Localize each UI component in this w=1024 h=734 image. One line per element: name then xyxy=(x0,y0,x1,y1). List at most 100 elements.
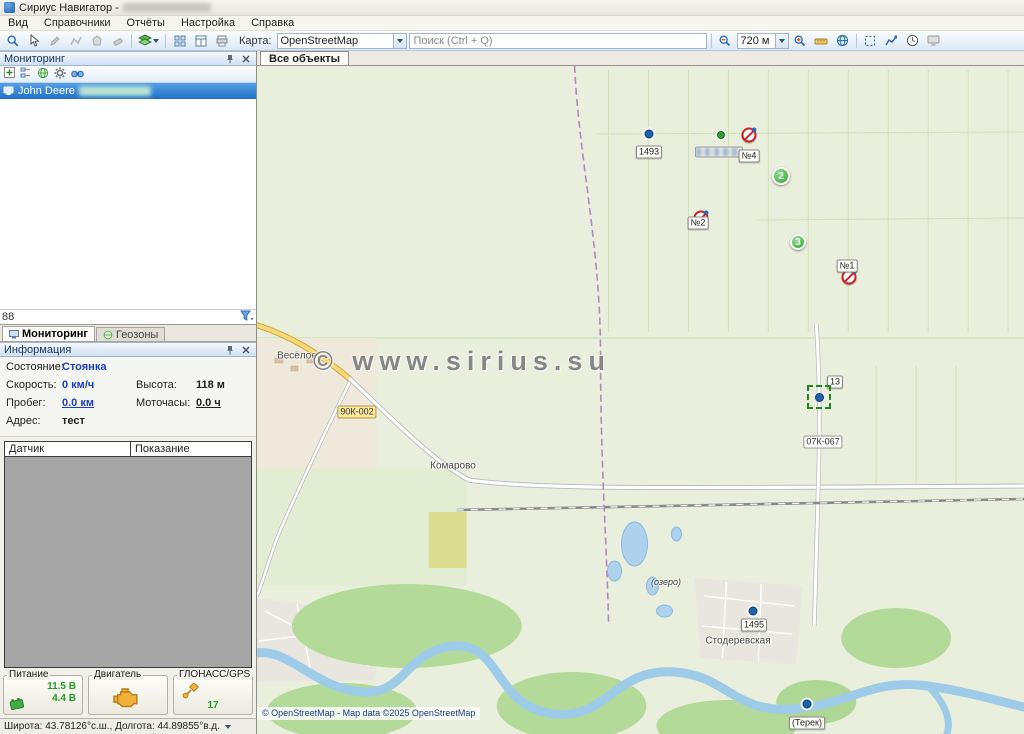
menu-spravochniki[interactable]: Справочники xyxy=(36,16,119,30)
green-dot-marker[interactable] xyxy=(717,131,725,139)
unit-row-john-deere[interactable]: John Deere xyxy=(0,83,256,99)
left-tabs: Мониторинг Геозоны xyxy=(0,325,256,342)
close-icon[interactable] xyxy=(239,344,252,356)
unit-dot-marker[interactable] xyxy=(645,130,654,139)
geozone-marker-4[interactable] xyxy=(742,128,757,143)
layers-button[interactable] xyxy=(136,32,161,49)
expand-all-icon[interactable] xyxy=(4,67,15,81)
menu-otchety[interactable]: Отчёты xyxy=(119,16,173,30)
map-label-n4: №4 xyxy=(739,150,760,163)
find-binoculars-icon[interactable] xyxy=(71,67,84,81)
zoom-level-value: 720 м xyxy=(738,35,775,47)
speed-label: Скорость: xyxy=(6,379,62,391)
toolbar-separator xyxy=(856,34,857,48)
monitor-icon[interactable] xyxy=(924,32,943,49)
map-label-n2: №2 xyxy=(688,217,709,230)
sensor-table: Датчик Показание xyxy=(4,441,252,668)
combo-arrow[interactable] xyxy=(393,34,406,48)
hours-value[interactable]: 0.0 ч xyxy=(196,397,250,409)
state-label: Состояние: xyxy=(6,361,62,373)
map-canvas[interactable] xyxy=(257,66,1024,734)
road-ref-07k067: 07К-067 xyxy=(803,436,842,449)
coordinates-readout: Широта: 43.78126°с.ш., Долгота: 44.89855… xyxy=(4,721,220,732)
unit-dot-marker[interactable] xyxy=(803,700,812,709)
geozones-globe-icon[interactable] xyxy=(37,67,49,82)
map-view[interactable]: © www.sirius.su 1493 №4 2 №2 3 №1 13 90К… xyxy=(257,66,1024,734)
tab-all-objects[interactable]: Все объекты xyxy=(260,51,349,65)
hours-label: Моточасы: xyxy=(136,397,196,409)
toolbar-separator xyxy=(165,34,166,48)
gps-satellite-count: 17 xyxy=(174,700,252,711)
monitoring-panel-header: Мониторинг xyxy=(0,51,256,66)
chevron-down-icon[interactable] xyxy=(225,725,231,729)
groups-icon[interactable] xyxy=(20,67,32,81)
erase-tool-icon[interactable] xyxy=(108,32,127,49)
filter-input[interactable] xyxy=(2,310,240,324)
menu-spravka[interactable]: Справка xyxy=(243,16,302,30)
table-view-icon[interactable] xyxy=(191,32,210,49)
map-tab-strip: Все объекты xyxy=(257,51,1024,66)
address-label: Адрес: xyxy=(6,415,62,427)
sirius-watermark: © www.sirius.su xyxy=(313,346,611,377)
ruler-icon[interactable] xyxy=(812,32,831,49)
unit-dot-marker[interactable] xyxy=(749,607,758,616)
value-col-header[interactable]: Показание xyxy=(131,442,251,456)
redacted-unit-text xyxy=(79,86,151,96)
polygon-tool-icon[interactable] xyxy=(87,32,106,49)
unit-name: John Deere xyxy=(18,85,75,97)
map-source-combo[interactable]: OpenStreetMap xyxy=(277,33,407,49)
selected-unit-marker[interactable] xyxy=(807,385,831,409)
place-stoderevskaya: Стодеревская xyxy=(705,636,770,647)
info-panel-body: Состояние: Стоянка Скорость: 0 км/ч Высо… xyxy=(0,357,256,437)
map-attribution: © OpenStreetMap - Map data ©2025 OpenStr… xyxy=(257,707,480,720)
polyline-tool-icon[interactable] xyxy=(66,32,85,49)
grid-view-icon[interactable] xyxy=(170,32,189,49)
close-icon[interactable] xyxy=(239,53,252,65)
monitoring-panel-title: Мониторинг xyxy=(4,53,220,65)
select-area-icon[interactable] xyxy=(861,32,880,49)
sensor-table-body xyxy=(5,457,251,667)
tab-monitoring[interactable]: Мониторинг xyxy=(2,326,95,341)
map-combo-label: Карта: xyxy=(233,35,275,47)
tab-geozones[interactable]: Геозоны xyxy=(96,327,165,341)
power-voltage-2: 4.4 В xyxy=(47,693,76,705)
monitor-tab-icon xyxy=(9,330,19,339)
satellite-icon xyxy=(182,683,200,699)
menu-vid[interactable]: Вид xyxy=(0,16,36,30)
address-value: тест xyxy=(62,415,250,427)
toolbar-separator xyxy=(711,34,712,48)
globe-icon[interactable] xyxy=(833,32,852,49)
combo-arrow[interactable] xyxy=(775,34,788,48)
pin-icon[interactable] xyxy=(223,53,236,65)
left-panel: Мониторинг xyxy=(0,51,257,734)
search-input[interactable] xyxy=(409,33,707,49)
map-label-n1: №1 xyxy=(837,260,858,273)
height-label: Высота: xyxy=(136,379,196,391)
filter-funnel-icon[interactable] xyxy=(240,310,254,325)
gps-gauge: ГЛОНАСС/GPS 17 xyxy=(173,675,253,715)
mileage-value[interactable]: 0.0 км xyxy=(62,397,136,409)
pin-icon[interactable] xyxy=(223,344,236,356)
track-icon[interactable] xyxy=(882,32,901,49)
cluster-badge-3[interactable]: 3 xyxy=(790,234,806,250)
zoom-out-button[interactable] xyxy=(716,32,735,49)
edit-tool-icon[interactable] xyxy=(45,32,64,49)
pan-tool-icon[interactable] xyxy=(24,32,43,49)
engine-gauge: Двигатель xyxy=(88,675,168,715)
sensor-col-header[interactable]: Датчик xyxy=(5,442,131,456)
clock-icon[interactable] xyxy=(903,32,922,49)
info-panel-header: Информация xyxy=(0,342,256,357)
units-tree: John Deere xyxy=(0,83,256,309)
cluster-badge-2[interactable]: 2 xyxy=(772,167,790,185)
river-label-terek: (Терек) xyxy=(789,717,825,730)
sensor-table-header: Датчик Показание xyxy=(5,442,251,457)
print-icon[interactable] xyxy=(212,32,231,49)
main-toolbar: Карта: OpenStreetMap 720 м xyxy=(0,31,1024,51)
menu-nastroyka[interactable]: Настройка xyxy=(173,16,243,30)
zoom-window-button[interactable] xyxy=(3,32,22,49)
zoom-level-combo[interactable]: 720 м xyxy=(737,33,789,49)
settings-gear-icon[interactable] xyxy=(54,67,66,82)
road-ref-90k002: 90К-002 xyxy=(337,406,376,419)
zoom-in-button[interactable] xyxy=(791,32,810,49)
height-value: 118 м xyxy=(196,379,250,391)
